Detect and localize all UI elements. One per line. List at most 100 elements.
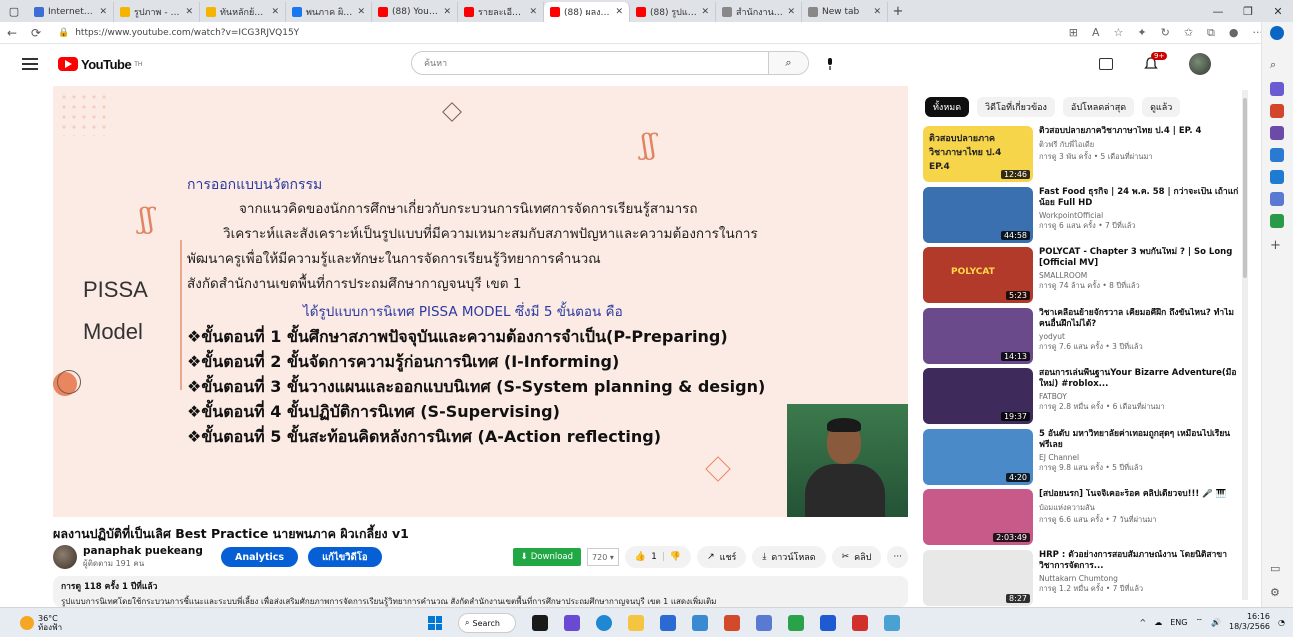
video-thumbnail[interactable]: 44:58 — [923, 186, 1033, 243]
video-player[interactable]: ʃʃ ʃʃ PISSA Model การออกแบบนวัตกรรม จากแ… — [53, 86, 908, 517]
like-button[interactable]: 👍 1 | 👎 — [624, 546, 692, 568]
browser-tab[interactable]: รูปภาพ - Google Pho ✕ — [114, 2, 200, 22]
chip-related[interactable]: วิดีโอที่เกี่ยวข้อง — [977, 97, 1055, 117]
channel-name[interactable]: panaphak puekeang — [83, 545, 221, 557]
hamburger-menu-icon[interactable] — [22, 58, 38, 70]
edge-icon[interactable] — [596, 615, 612, 631]
share-button[interactable]: ↗ แชร์ — [697, 546, 747, 568]
recommendation-item[interactable]: 2:03:49 [สปอยนรก] โนจจิเคอะร็อค คลิปเดียว… — [923, 489, 1243, 550]
search-input[interactable]: ค้นหา — [412, 56, 768, 70]
video-thumbnail[interactable]: 8:27 — [923, 549, 1033, 606]
video-thumbnail[interactable]: 2:03:49 — [923, 489, 1033, 545]
back-icon[interactable]: ← — [0, 26, 24, 40]
tab-close-icon[interactable]: ✕ — [529, 7, 537, 17]
address-input[interactable]: 🔒 https://www.youtube.com/watch?v=ICG3RJ… — [58, 28, 1069, 38]
wifi-icon[interactable]: ⌔ — [1195, 617, 1203, 627]
tab-close-icon[interactable]: ✕ — [271, 7, 279, 17]
browser-tab[interactable]: รายละเอียดของวิดีโอ ✕ — [458, 2, 544, 22]
favorites-icon[interactable]: ✩ — [1184, 26, 1193, 40]
tab-actions-icon[interactable]: ▢ — [0, 0, 28, 22]
discover-icon[interactable] — [1270, 82, 1284, 96]
tab-close-icon[interactable]: ✕ — [787, 7, 795, 17]
more-actions-button[interactable]: ··· — [887, 546, 908, 568]
browser-tab[interactable]: Internet Authentica ✕ — [28, 2, 114, 22]
taskbar-search[interactable]: ⌕ Search — [458, 613, 516, 633]
tab-close-icon[interactable]: ✕ — [873, 7, 881, 17]
video-thumbnail[interactable]: 19:37 — [923, 368, 1033, 424]
weather-widget[interactable]: 36°C ท้องฟ้า — [20, 614, 62, 632]
video-thumbnail[interactable]: 4:20 — [923, 428, 1033, 485]
tab-close-icon[interactable]: ✕ — [615, 7, 623, 17]
word-icon[interactable] — [820, 615, 836, 631]
app-icon-2[interactable] — [724, 615, 740, 631]
recommendation-item[interactable]: 4:20 5 อันดับ มหาวิทยาลัยค่าเทอมถูกสุดๆ เ… — [923, 428, 1243, 490]
browser-tab[interactable]: สำนักงานเขตพื้นที่การ ✕ — [716, 2, 802, 22]
video-thumbnail[interactable]: POLYCAT 5:23 — [923, 247, 1033, 303]
app-icon[interactable] — [692, 615, 708, 631]
tab-close-icon[interactable]: ✕ — [185, 7, 193, 17]
shopping-icon[interactable] — [1270, 104, 1284, 118]
edit-video-button[interactable]: แก้ไขวิดีโอ — [308, 547, 382, 567]
browser-tab[interactable]: New tab ✕ — [802, 2, 888, 22]
create-video-icon[interactable] — [1099, 58, 1113, 70]
chat-icon[interactable] — [564, 615, 580, 631]
scrollbar-thumb[interactable] — [1243, 98, 1247, 278]
read-aloud-icon[interactable]: A — [1092, 26, 1100, 40]
browser-tab[interactable]: (88) ผลงานปฏิบั✕ — [544, 2, 630, 22]
account-avatar[interactable] — [1189, 53, 1211, 75]
minimize-icon[interactable]: — — [1203, 5, 1233, 18]
tree-icon[interactable] — [1270, 214, 1284, 228]
channel-avatar[interactable] — [53, 545, 77, 569]
office-icon[interactable] — [1270, 170, 1284, 184]
add-sidebar-icon[interactable]: + — [1270, 238, 1284, 253]
clock[interactable]: 16:16 18/3/2566 — [1229, 612, 1270, 632]
tab-close-icon[interactable]: ✕ — [443, 7, 451, 17]
recommendation-item[interactable]: 44:58 Fast Food ธุรกิจ | 24 พ.ค. 58 | กว่… — [923, 186, 1243, 248]
new-tab-button[interactable]: + — [888, 4, 908, 19]
notifications-button[interactable]: 9+ — [1143, 52, 1168, 72]
tools-icon[interactable] — [1270, 126, 1284, 140]
browser-tab[interactable]: (88) YouTube ✕ — [372, 2, 458, 22]
search-button[interactable]: ⌕ — [768, 52, 808, 74]
notification-center-icon[interactable]: ◔ — [1278, 618, 1285, 627]
settings-sidebar-icon[interactable]: ⚙ — [1270, 586, 1284, 600]
recommendation-item[interactable]: ติวสอบปลายภาค วิชาภาษาไทย ป.4 EP.4 12:46 ต… — [923, 126, 1243, 187]
video-thumbnail[interactable]: 14:13 — [923, 307, 1033, 364]
search-sidebar-icon[interactable]: ⌕ — [1270, 58, 1284, 72]
pdf-icon[interactable] — [852, 615, 868, 631]
tab-close-icon[interactable]: ✕ — [701, 7, 709, 17]
browser-tab[interactable]: พนภาค ผิวเกลื่ยง | Fa ✕ — [286, 2, 372, 22]
chevron-up-icon[interactable]: ^ — [1140, 618, 1147, 627]
video-thumbnail[interactable]: ติวสอบปลายภาค วิชาภาษาไทย ป.4 EP.4 12:46 — [923, 126, 1033, 182]
collections-icon[interactable]: ⧉ — [1207, 26, 1215, 40]
app-icon-3[interactable] — [756, 615, 772, 631]
favorite-star-icon[interactable]: ☆ — [1114, 26, 1124, 40]
language-indicator[interactable]: ENG — [1170, 618, 1187, 627]
chip-recent[interactable]: อัปโหลดล่าสุด — [1062, 97, 1135, 117]
app-available-icon[interactable]: ⊞ — [1069, 26, 1078, 40]
thumbs-down-icon[interactable]: 👎 — [670, 552, 681, 562]
chip-watched[interactable]: ดูแล้ว — [1142, 97, 1181, 117]
scrollbar[interactable] — [1242, 90, 1248, 600]
outlook-icon[interactable] — [1270, 192, 1284, 206]
bing-icon[interactable] — [1270, 26, 1284, 40]
download-extension-button[interactable]: ⬇ Download — [512, 548, 582, 566]
line-icon[interactable] — [788, 615, 804, 631]
clip-button[interactable]: ✂ คลิป — [831, 546, 882, 568]
mic-icon[interactable] — [826, 58, 834, 70]
download-button[interactable]: ⤓ ดาวน์โหลด — [752, 546, 826, 568]
recommendation-item[interactable]: POLYCAT 5:23 POLYCAT - Chapter 3 พบกันใหม่… — [923, 247, 1243, 308]
app-icon-4[interactable] — [884, 615, 900, 631]
close-window-icon[interactable]: ✕ — [1263, 5, 1293, 18]
chip-all[interactable]: ทั้งหมด — [925, 97, 970, 117]
refresh-tab-icon[interactable]: ↻ — [1161, 26, 1170, 40]
browser-tab[interactable]: ทันหลักย้อง ตุลาคม 25 ✕ — [200, 2, 286, 22]
tab-close-icon[interactable]: ✕ — [99, 7, 107, 17]
quality-select[interactable]: 720 ▾ — [587, 548, 619, 566]
task-view-icon[interactable] — [532, 615, 548, 631]
layout-icon[interactable]: ▭ — [1270, 562, 1284, 576]
cloud-icon[interactable]: ☁ — [1154, 618, 1162, 627]
store-icon[interactable] — [660, 615, 676, 631]
recommendation-item[interactable]: 14:13 วิชาเคลื่อนย้ายจักรวาล เคียมอคืฝีก … — [923, 307, 1243, 369]
browser-tab[interactable]: (88) รูปแบบการ ✕ — [630, 2, 716, 22]
